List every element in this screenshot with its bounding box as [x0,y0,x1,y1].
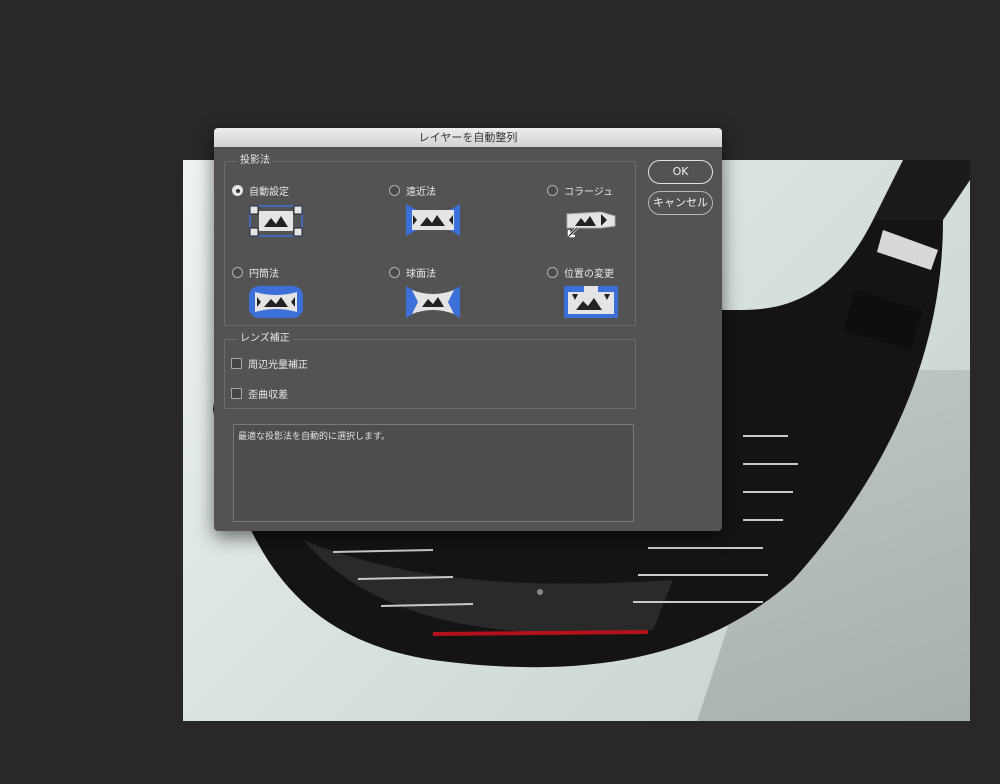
dialog-title-bar: レイヤーを自動整列 [214,128,722,147]
vignette-removal-checkbox[interactable] [231,358,242,369]
perspective-icon [406,204,460,236]
option-spherical[interactable]: 球面法 [389,265,436,280]
option-reposition-label: 位置の変更 [564,269,614,280]
geometric-distortion-checkbox[interactable] [231,388,242,399]
option-collage-label: コラージュ [564,187,614,198]
option-cylindrical-label: 円筒法 [249,269,279,280]
cylindrical-icon [249,286,303,318]
option-reposition[interactable]: 位置の変更 [547,265,614,280]
cancel-button[interactable]: キャンセル [648,191,713,215]
option-perspective-label: 遠近法 [406,187,436,198]
vignette-removal-label: 周辺光量補正 [248,360,308,371]
radio-cylindrical[interactable] [232,267,243,278]
radio-reposition[interactable] [547,267,558,278]
option-cylindrical[interactable]: 円筒法 [232,265,279,280]
geometric-distortion-label: 歪曲収差 [248,390,288,401]
radio-auto[interactable] [232,185,243,196]
reposition-icon [564,286,618,318]
collage-icon [566,211,616,238]
projection-legend: 投影法 [240,155,270,166]
radio-spherical[interactable] [389,267,400,278]
description-text: 最適な投影法を自動的に選択します。 [238,432,391,442]
ok-button[interactable]: OK [648,160,713,184]
lens-correction-legend: レンズ補正 [240,333,290,344]
spherical-icon [406,286,460,318]
option-perspective[interactable]: 遠近法 [389,183,436,198]
auto-layout-icon [249,205,303,237]
option-spherical-label: 球面法 [406,269,436,280]
option-auto[interactable]: 自動設定 [232,183,289,198]
radio-perspective[interactable] [389,185,400,196]
option-collage[interactable]: コラージュ [547,183,613,198]
geometric-distortion-option[interactable]: 歪曲収差 [231,386,288,401]
dialog-title: レイヤーを自動整列 [418,131,518,144]
auto-align-layers-dialog: レイヤーを自動整列 投影法 自動設定 遠近法 コラージュ 円筒法 球面法 位置の… [214,128,722,531]
description-box: 最適な投影法を自動的に選択します。 [233,424,634,522]
radio-collage[interactable] [547,185,558,196]
option-auto-label: 自動設定 [249,187,289,198]
vignette-removal-option[interactable]: 周辺光量補正 [231,356,308,371]
